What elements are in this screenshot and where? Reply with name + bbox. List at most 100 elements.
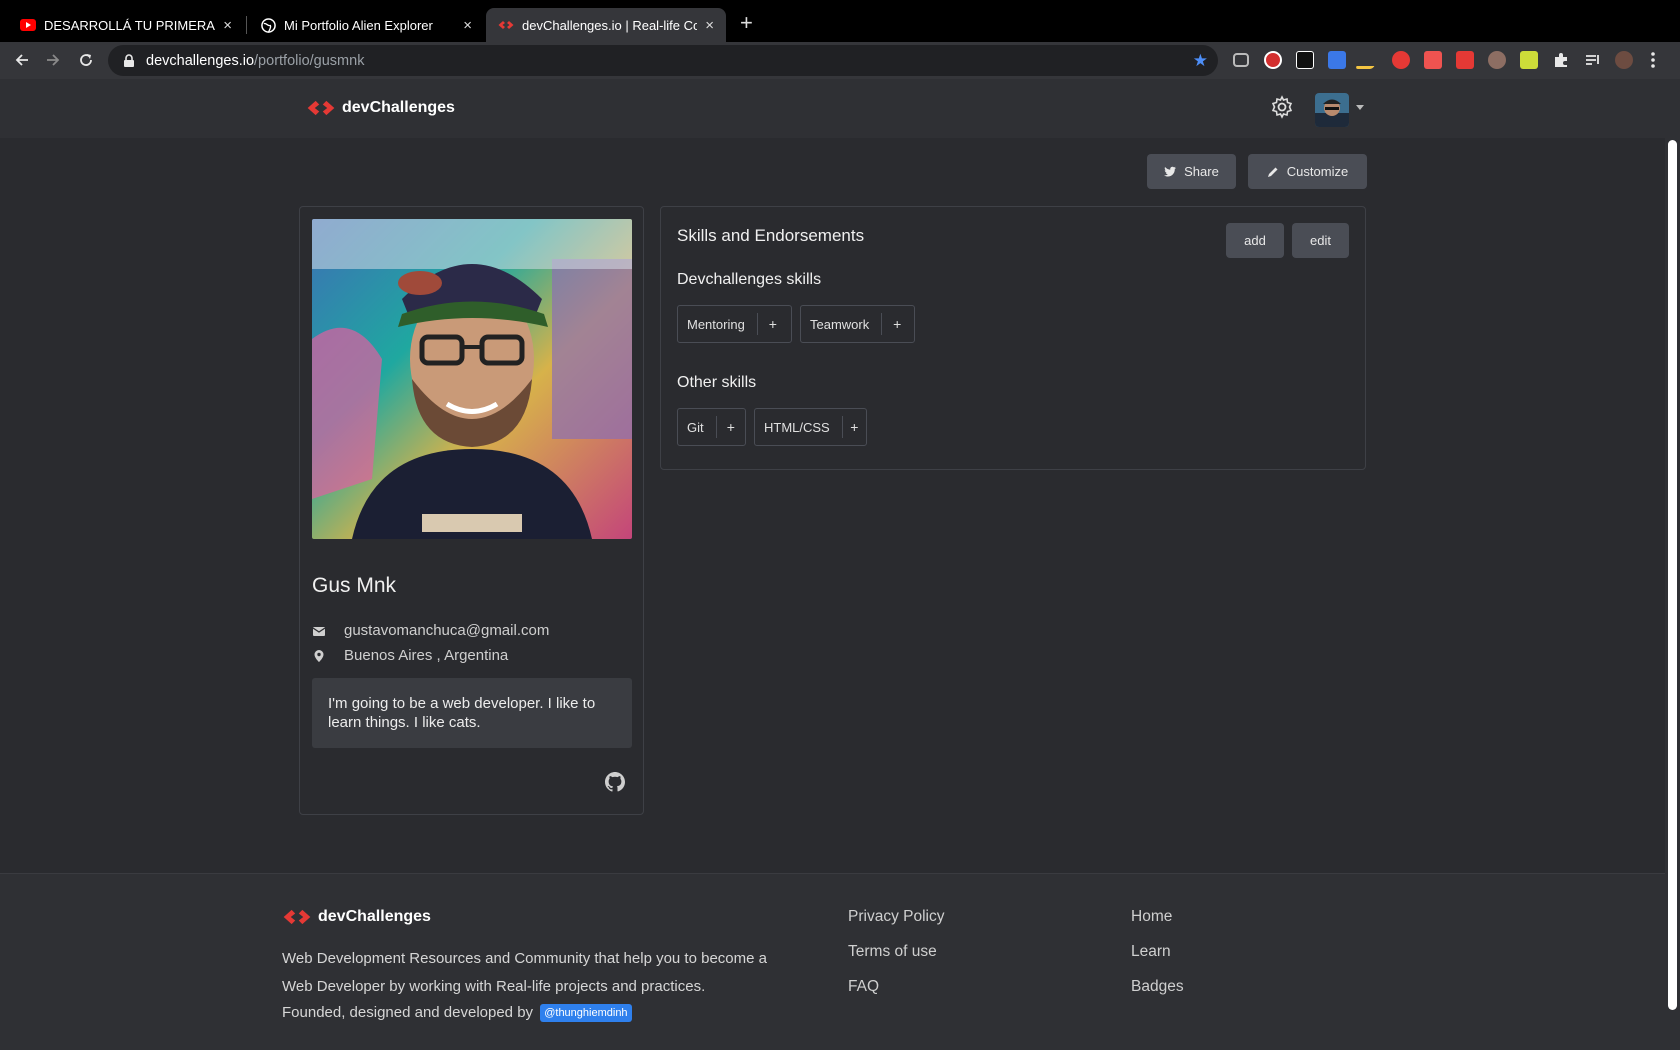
- customize-label: Customize: [1286, 164, 1349, 179]
- tab-separator: [246, 16, 247, 34]
- profile-location: Buenos Aires , Argentina: [344, 647, 509, 664]
- close-tab-icon[interactable]: ×: [463, 17, 472, 34]
- page-scrollbar[interactable]: [1665, 138, 1680, 1050]
- browser-tab-portfolio[interactable]: Mi Portfolio Alien Explorer ×: [248, 8, 484, 42]
- share-label: Share: [1184, 164, 1219, 179]
- site-footer: devChallenges Web Development Resources …: [0, 873, 1665, 1050]
- share-button[interactable]: Share: [1147, 154, 1236, 189]
- skill-chip-teamwork: Teamwork +: [800, 305, 915, 343]
- footer-brand-name: devChallenges: [318, 908, 431, 925]
- profile-email: gustavomanchuca@gmail.com: [344, 622, 550, 639]
- dice-extension-icon[interactable]: [1424, 51, 1442, 69]
- brand-name: devChallenges: [342, 99, 455, 116]
- reload-button[interactable]: [74, 48, 98, 72]
- endorse-plus-button[interactable]: +: [758, 316, 788, 332]
- tab-title: devChallenges.io | Real-life Co: [522, 17, 698, 33]
- user-avatar[interactable]: [1315, 93, 1349, 127]
- extensions-puzzle-icon[interactable]: [1552, 51, 1570, 69]
- back-arrow-icon: [15, 54, 28, 66]
- close-tab-icon[interactable]: ×: [223, 17, 232, 34]
- cookie-extension-icon[interactable]: [1488, 51, 1506, 69]
- footer-link-badges[interactable]: Badges: [1131, 978, 1184, 996]
- media-extension-icon[interactable]: [1456, 51, 1474, 69]
- globe-icon: [260, 17, 276, 33]
- tab-title: Mi Portfolio Alien Explorer: [284, 17, 433, 33]
- pen-extension-icon[interactable]: [1354, 51, 1384, 69]
- location-row: Buenos Aires , Argentina: [312, 647, 508, 664]
- translate-extension-icon[interactable]: [1328, 51, 1346, 69]
- skill-chip-html-css: HTML/CSS +: [754, 408, 867, 446]
- footer-link-terms[interactable]: Terms of use: [848, 943, 937, 961]
- forward-arrow-icon: [47, 54, 60, 66]
- notes-extension-icon[interactable]: [1520, 51, 1538, 69]
- profile-card: Gus Mnk gustavomanchuca@gmail.com Buenos…: [299, 206, 644, 815]
- edit-skills-button[interactable]: edit: [1292, 223, 1349, 258]
- author-handle-link[interactable]: @thunghiemdinh: [540, 1004, 632, 1023]
- skill-label: Git: [678, 416, 717, 438]
- footer-credit: Founded, designed and developed by @thun…: [282, 1004, 632, 1023]
- profile-name: Gus Mnk: [312, 574, 397, 597]
- close-tab-icon[interactable]: ×: [705, 17, 714, 34]
- tab-title: DESARROLLÁ TU PRIMERA W: [44, 17, 216, 33]
- adblock-extension-icon[interactable]: [1264, 51, 1282, 69]
- settings-gear-icon[interactable]: [1270, 95, 1294, 119]
- devchallenges-logo-icon: [283, 909, 311, 925]
- profile-bio: I'm going to be a web developer. I like …: [312, 678, 632, 748]
- endorse-plus-button[interactable]: +: [717, 419, 745, 435]
- footer-logo[interactable]: devChallenges: [282, 908, 431, 926]
- other-skills-heading: Other skills: [677, 374, 757, 391]
- add-skill-button[interactable]: add: [1226, 223, 1284, 258]
- footer-link-privacy[interactable]: Privacy Policy: [848, 908, 944, 926]
- devchallenges-skills-heading: Devchallenges skills: [677, 271, 822, 288]
- browser-tab-youtube[interactable]: DESARROLLÁ TU PRIMERA W ×: [8, 8, 244, 42]
- skills-card: Skills and Endorsements add edit Devchal…: [660, 206, 1366, 470]
- lock-icon: [124, 53, 134, 67]
- browser-tab-devchallenges[interactable]: devChallenges.io | Real-life Co ×: [486, 8, 726, 42]
- skill-label: HTML/CSS: [755, 416, 843, 438]
- back-button[interactable]: [10, 48, 34, 72]
- browser-toolbar: devchallenges.io/portfolio/gusmnk ★: [0, 42, 1680, 79]
- endorse-plus-button[interactable]: +: [882, 316, 912, 332]
- email-row: gustavomanchuca@gmail.com: [312, 622, 549, 639]
- forward-button[interactable]: [41, 48, 65, 72]
- skill-label: Teamwork: [801, 313, 883, 335]
- profile-avatar-icon[interactable]: [1615, 51, 1633, 69]
- address-bar[interactable]: devchallenges.io/portfolio/gusmnk ★: [108, 45, 1218, 76]
- skills-title: Skills and Endorsements: [677, 226, 865, 245]
- play-extension-icon[interactable]: [1296, 51, 1314, 69]
- reload-icon: [80, 54, 92, 66]
- customize-button[interactable]: Customize: [1248, 154, 1367, 189]
- skill-label: Mentoring: [678, 313, 758, 335]
- add-label: add: [1244, 233, 1266, 248]
- media-queue-icon[interactable]: [1584, 51, 1602, 69]
- youtube-icon: [20, 17, 36, 33]
- header-logo[interactable]: devChallenges: [306, 99, 455, 117]
- footer-description-line2: Web Developer by working with Real-life …: [282, 978, 706, 995]
- extension-badge-icon[interactable]: [1392, 51, 1410, 69]
- footer-credit-text: Founded, designed and developed by: [282, 1004, 534, 1021]
- location-pin-icon: [314, 649, 324, 662]
- bookmark-star-icon[interactable]: ★: [1193, 51, 1208, 71]
- url-host: devchallenges.io: [146, 52, 255, 69]
- site-header: devChallenges: [0, 79, 1680, 138]
- endorse-plus-button[interactable]: +: [843, 419, 866, 435]
- twitter-icon: [1164, 166, 1177, 177]
- url-path: /portfolio/gusmnk: [254, 52, 365, 69]
- devchallenges-logo-icon: [307, 100, 335, 116]
- browser-menu-icon[interactable]: [1650, 51, 1656, 69]
- footer-link-home[interactable]: Home: [1131, 908, 1172, 926]
- footer-link-learn[interactable]: Learn: [1131, 943, 1171, 961]
- scrollbar-thumb[interactable]: [1668, 140, 1677, 1010]
- github-icon[interactable]: [605, 772, 625, 792]
- mail-icon: [312, 626, 326, 636]
- edit-label: edit: [1310, 233, 1331, 248]
- new-tab-button[interactable]: +: [740, 12, 753, 34]
- user-menu-chevron-down-icon[interactable]: [1356, 105, 1364, 110]
- devchallenges-icon: [498, 17, 514, 33]
- pocket-icon[interactable]: [1233, 53, 1249, 67]
- skill-chip-git: Git +: [677, 408, 746, 446]
- profile-photo: [312, 219, 632, 539]
- pencil-icon: [1267, 167, 1278, 177]
- footer-description-line1: Web Development Resources and Community …: [282, 950, 767, 967]
- footer-link-faq[interactable]: FAQ: [848, 978, 879, 996]
